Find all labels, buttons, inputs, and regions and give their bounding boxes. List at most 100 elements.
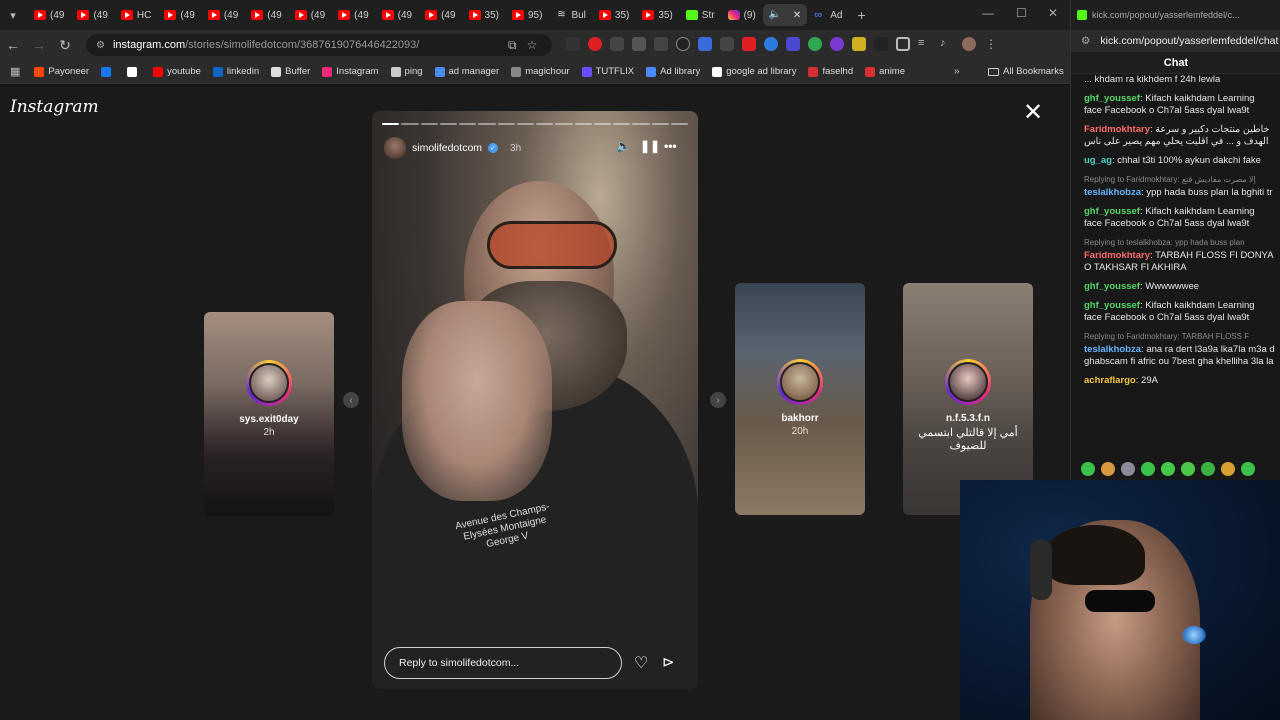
more-options-icon[interactable]: ••• bbox=[664, 139, 677, 153]
mute-icon[interactable]: 🔈 bbox=[616, 139, 631, 153]
extension-icon[interactable] bbox=[742, 37, 756, 51]
extension-icon[interactable] bbox=[830, 37, 844, 51]
send-icon[interactable]: ⊳ bbox=[662, 653, 675, 671]
extension-icon[interactable] bbox=[874, 37, 888, 51]
emote-icon[interactable] bbox=[1201, 462, 1215, 476]
chat-username[interactable]: Faridmokhtary bbox=[1084, 250, 1150, 261]
story-user-avatar[interactable] bbox=[384, 137, 406, 159]
browser-tab[interactable]: Str bbox=[680, 4, 721, 26]
right-address-bar[interactable]: ⚙ kick.com/popout/yasserlemfeddel/chat bbox=[1071, 30, 1280, 52]
close-stories-icon[interactable]: ✕ bbox=[1023, 101, 1043, 125]
url-field[interactable]: ⚙ instagram.com /stories/simolifedotcom/… bbox=[86, 34, 552, 56]
emote-icon[interactable] bbox=[1121, 462, 1135, 476]
right-tab[interactable]: kick.com/popout/yasserlemfeddel/c... bbox=[1071, 0, 1280, 30]
apps-grid-icon[interactable]: ▦ bbox=[10, 65, 20, 78]
bookmark-item[interactable]: Payoneer bbox=[34, 66, 89, 77]
bookmark-item[interactable]: TUTFLIX bbox=[581, 66, 634, 77]
chat-username[interactable]: ghf_youssef bbox=[1084, 206, 1140, 217]
site-info-icon[interactable]: ⚙ bbox=[96, 40, 105, 51]
back-button[interactable]: ← bbox=[0, 37, 26, 53]
chat-username[interactable]: ug_ag bbox=[1084, 155, 1112, 166]
all-bookmarks-button[interactable]: All Bookmarks bbox=[988, 66, 1064, 77]
chat-username[interactable]: achraflargo bbox=[1084, 375, 1136, 386]
browser-tab[interactable]: HC bbox=[115, 4, 157, 26]
bookmark-star-icon[interactable]: ☆ bbox=[527, 38, 538, 53]
pause-icon[interactable]: ❚❚ bbox=[640, 139, 660, 153]
bookmark-item[interactable]: linkedin bbox=[212, 66, 259, 77]
browser-tab[interactable]: (49 bbox=[332, 4, 374, 26]
extension-icon[interactable] bbox=[610, 37, 624, 51]
bookmark-item[interactable]: Instagram bbox=[322, 66, 379, 77]
emote-icon[interactable] bbox=[1101, 462, 1115, 476]
emote-icon[interactable] bbox=[1081, 462, 1095, 476]
extension-icon[interactable] bbox=[676, 37, 690, 51]
emote-icon[interactable] bbox=[1241, 462, 1255, 476]
browser-tab[interactable]: ≋ Bul bbox=[549, 4, 591, 26]
chat-username[interactable]: ghf_youssef bbox=[1084, 281, 1140, 292]
bookmark-item[interactable]: magichour bbox=[511, 66, 570, 77]
chat-username[interactable]: ghf_youssef bbox=[1084, 300, 1140, 311]
extension-icon[interactable] bbox=[808, 37, 822, 51]
minimize-icon[interactable]: — bbox=[982, 6, 994, 20]
extension-icon[interactable] bbox=[720, 37, 734, 51]
browser-tab[interactable]: 35) bbox=[463, 4, 505, 26]
extension-icon[interactable] bbox=[566, 37, 580, 51]
browser-tab[interactable]: (49 bbox=[289, 4, 331, 26]
main-story[interactable]: Avenue des Champs-Elysées Montaigne Geor… bbox=[372, 111, 698, 689]
browser-tab[interactable]: (49 bbox=[376, 4, 418, 26]
emote-icon[interactable] bbox=[1161, 462, 1175, 476]
side-story-card[interactable]: bakhorr 20h bbox=[735, 283, 865, 515]
close-tab-icon[interactable]: ✕ bbox=[793, 10, 801, 21]
browser-tab[interactable]: (49 bbox=[419, 4, 461, 26]
like-heart-icon[interactable]: ♡ bbox=[634, 653, 648, 673]
extensions-puzzle-icon[interactable] bbox=[896, 37, 910, 51]
site-info-icon[interactable]: ⚙ bbox=[1081, 35, 1090, 47]
browser-tab[interactable]: 🔈 ✕ bbox=[762, 4, 808, 26]
browser-tab[interactable]: (9) bbox=[722, 4, 762, 26]
side-story-card[interactable]: sys.exit0day 2h bbox=[204, 312, 334, 516]
maximize-icon[interactable]: ☐ bbox=[1016, 6, 1027, 20]
new-tab-button[interactable]: + bbox=[857, 7, 865, 23]
bookmark-item[interactable]: ping bbox=[390, 66, 423, 77]
install-icon[interactable]: ⧉ bbox=[508, 38, 517, 53]
media-control-icon[interactable]: ♪ bbox=[940, 37, 954, 51]
extension-icon[interactable] bbox=[698, 37, 712, 51]
profile-avatar[interactable] bbox=[962, 37, 976, 51]
extension-icon[interactable] bbox=[786, 37, 800, 51]
browser-tab[interactable]: (49 bbox=[202, 4, 244, 26]
browser-tab[interactable]: (49 bbox=[245, 4, 287, 26]
close-window-icon[interactable]: ✕ bbox=[1048, 6, 1058, 20]
reading-list-icon[interactable]: ≡ bbox=[918, 37, 932, 51]
emote-icon[interactable] bbox=[1221, 462, 1235, 476]
bookmark-item[interactable]: ad manager bbox=[434, 66, 499, 77]
extension-icon[interactable] bbox=[588, 37, 602, 51]
bookmark-item[interactable] bbox=[127, 66, 141, 77]
emote-icon[interactable] bbox=[1181, 462, 1195, 476]
bookmarks-overflow-button[interactable]: » bbox=[954, 66, 960, 77]
extension-icon[interactable] bbox=[852, 37, 866, 51]
browser-tab[interactable]: (49 bbox=[71, 4, 113, 26]
chat-username[interactable]: teslalkhobza bbox=[1084, 187, 1141, 198]
extension-icon[interactable] bbox=[632, 37, 646, 51]
chat-username[interactable]: teslalkhobza bbox=[1084, 344, 1141, 355]
bookmark-item[interactable]: Buffer bbox=[271, 66, 310, 77]
chat-username[interactable]: ghf_youssef bbox=[1084, 93, 1140, 104]
extension-icon[interactable] bbox=[654, 37, 668, 51]
bookmark-item[interactable]: anime bbox=[865, 66, 905, 77]
bookmark-item[interactable]: youtube bbox=[153, 66, 201, 77]
browser-tab[interactable]: ∞ Ad bbox=[808, 4, 848, 26]
browser-tab[interactable]: 35) bbox=[636, 4, 678, 26]
tab-search-icon[interactable]: ▾ bbox=[4, 6, 22, 24]
bookmark-item[interactable]: faselhd bbox=[808, 66, 853, 77]
instagram-logo[interactable]: Instagram bbox=[10, 97, 99, 117]
browser-tab[interactable]: 95) bbox=[506, 4, 548, 26]
browser-menu-icon[interactable]: ⋮ bbox=[984, 37, 998, 51]
reload-button[interactable]: ↻ bbox=[52, 37, 78, 54]
bookmark-item[interactable]: Ad library bbox=[646, 66, 700, 77]
extension-icon[interactable] bbox=[764, 37, 778, 51]
browser-tab[interactable]: 35) bbox=[593, 4, 635, 26]
browser-tab[interactable]: (49 bbox=[158, 4, 200, 26]
emote-icon[interactable] bbox=[1141, 462, 1155, 476]
chat-username[interactable]: Faridmokhtary bbox=[1084, 124, 1150, 135]
bookmark-item[interactable]: google ad library bbox=[712, 66, 796, 77]
